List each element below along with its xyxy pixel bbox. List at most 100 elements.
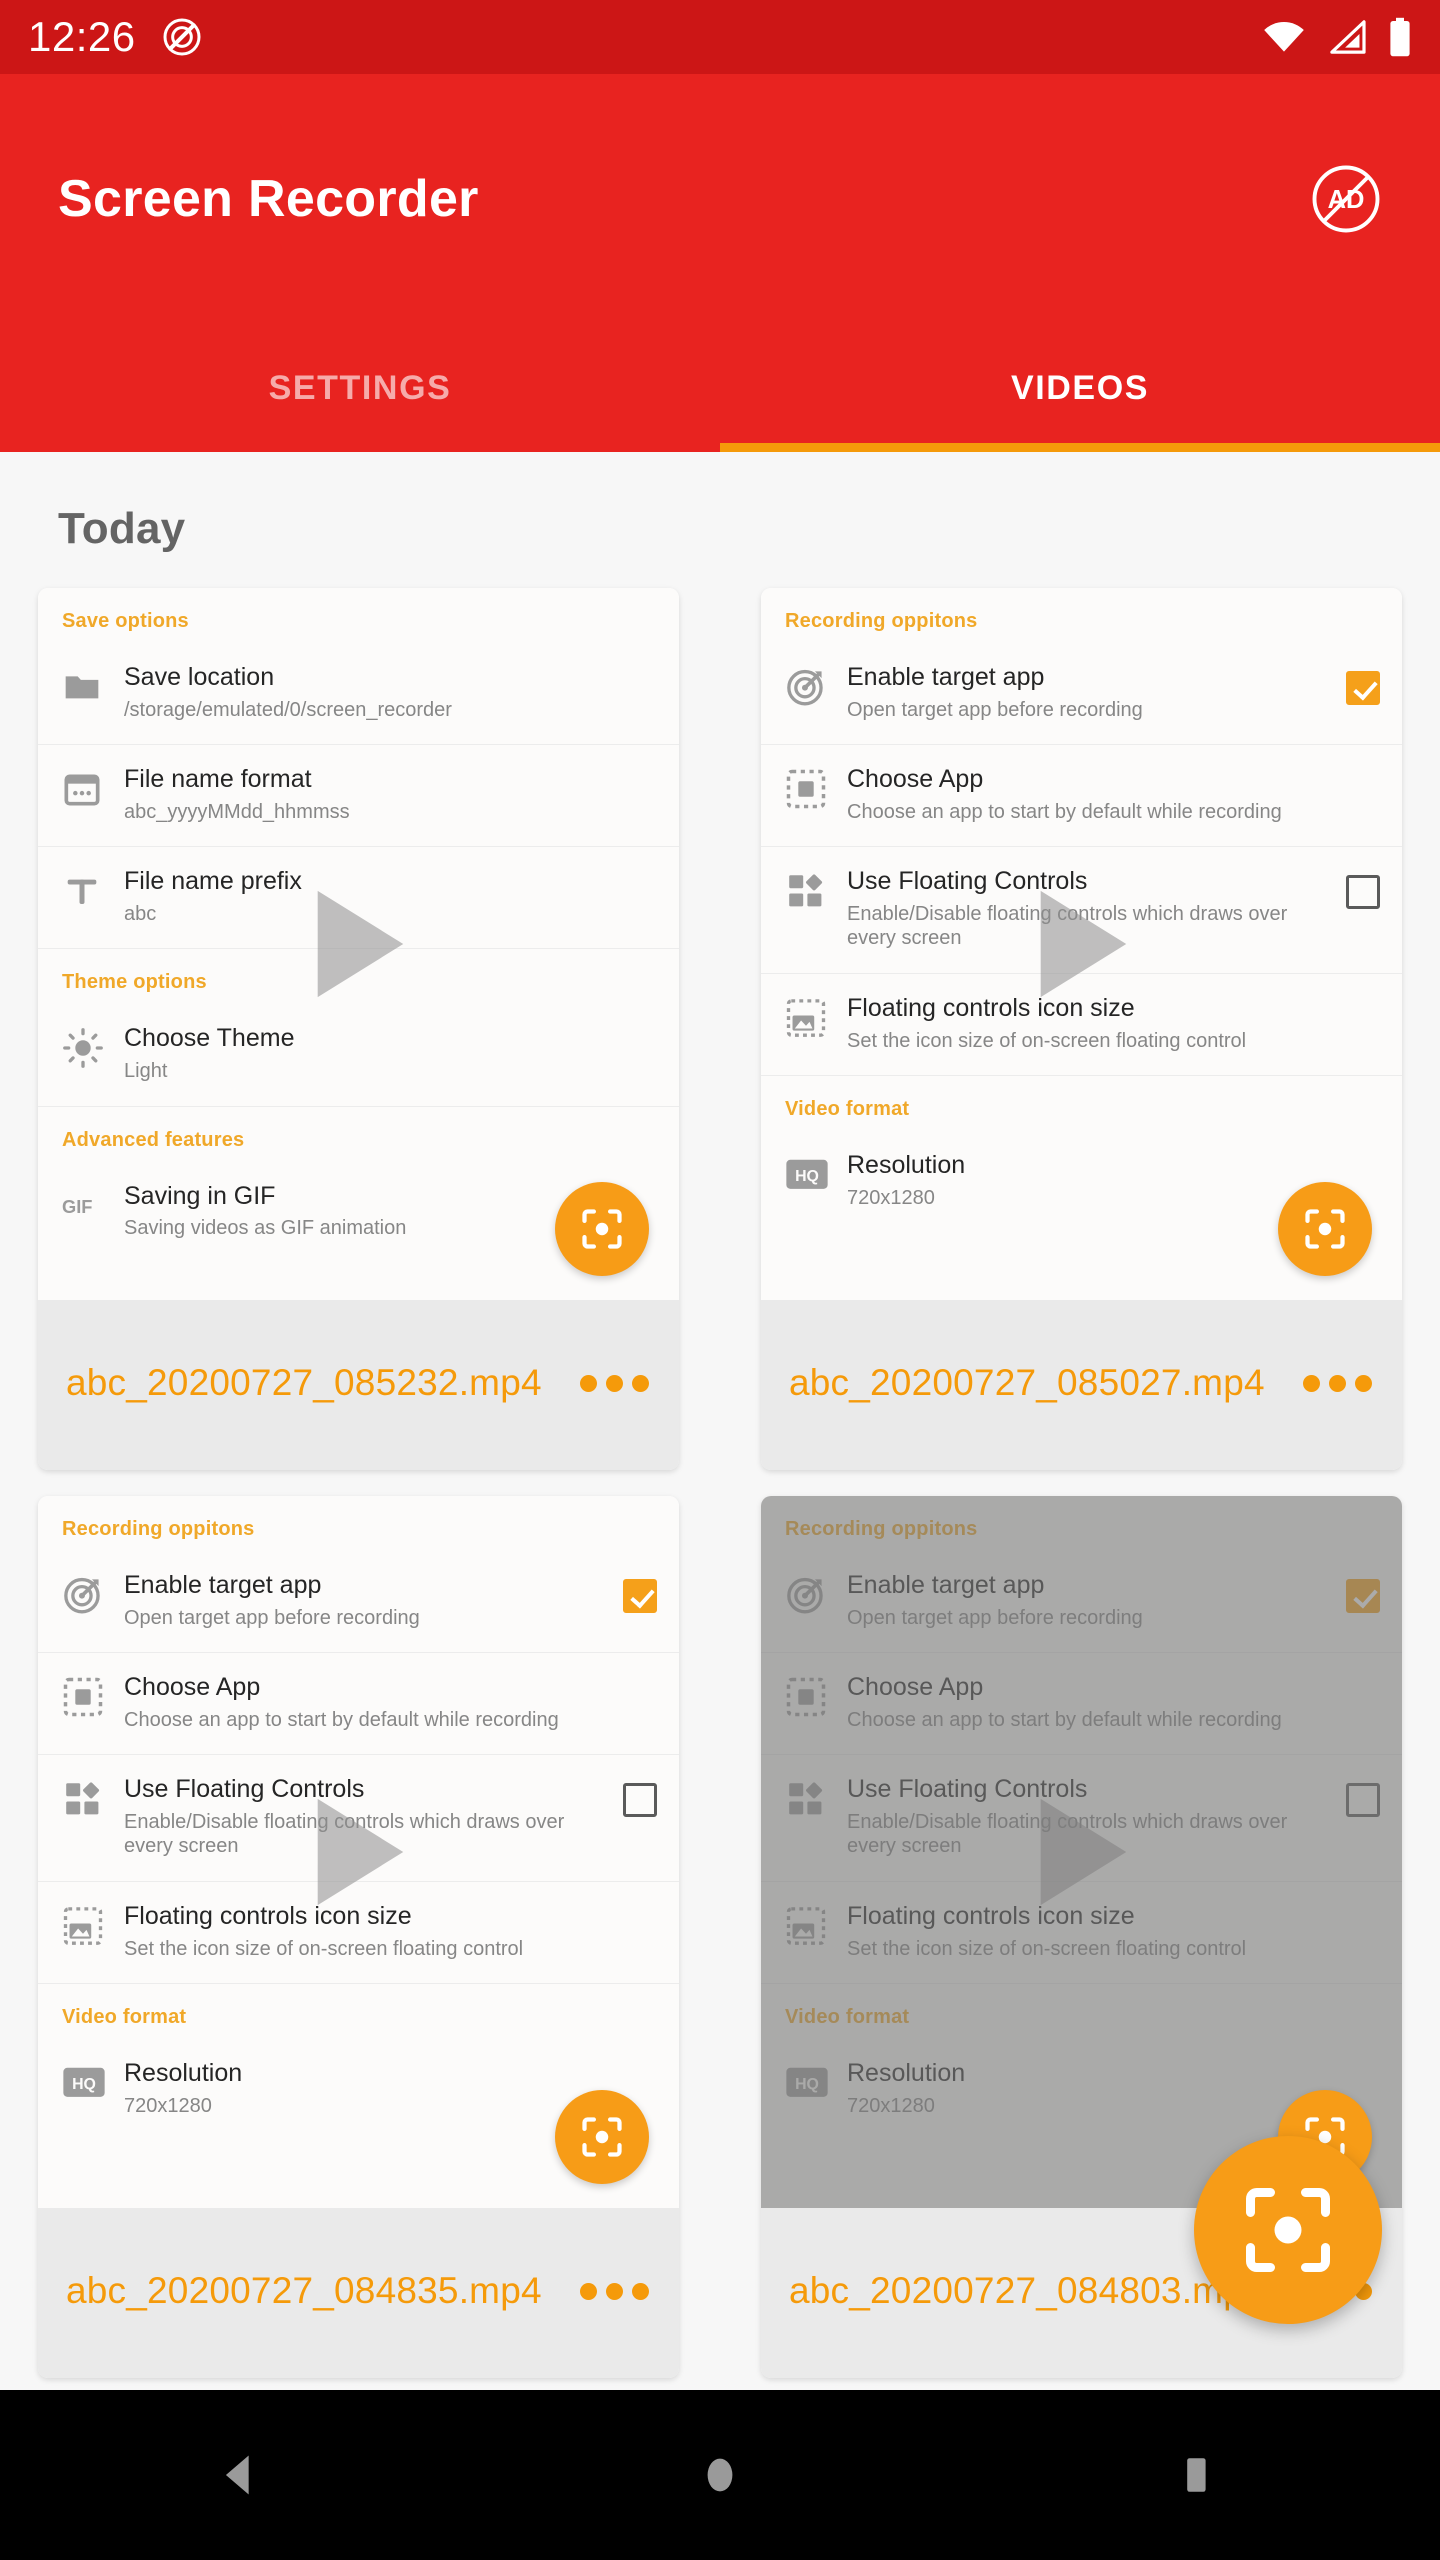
thumb-checkbox: [1346, 1783, 1380, 1818]
video-thumbnail[interactable]: Recording oppitons Enable target app Ope…: [761, 1496, 1402, 2208]
tab-settings[interactable]: SETTINGS: [0, 324, 720, 452]
tab-videos[interactable]: VIDEOS: [720, 324, 1440, 452]
thumb-setting-title: Enable target app: [847, 663, 1045, 691]
video-card-footer: abc_20200727_085232.mp4: [38, 1300, 679, 1470]
target-icon: [62, 1571, 118, 1619]
thumb-setting-row: Choose Theme Light: [38, 1004, 679, 1107]
thumb-setting-row: Save location /storage/emulated/0/screen…: [38, 643, 679, 746]
record-fab-button[interactable]: [1194, 2136, 1382, 2324]
thumb-group-header: Video format: [785, 1097, 910, 1120]
image-size-icon: [62, 1902, 118, 1950]
thumb-setting-sub: Open target app before recording: [124, 1606, 420, 1629]
select-app-icon: [785, 1673, 841, 1721]
target-icon: [785, 1571, 841, 1619]
thumb-setting-title: Enable target app: [847, 1571, 1045, 1599]
section-header-today: Today: [58, 504, 186, 553]
nav-recents-button[interactable]: [1140, 2420, 1260, 2530]
status-bar-clock: 12:26: [28, 13, 136, 60]
thumb-setting-sub: Set the icon size of on-screen floating …: [124, 1937, 524, 1960]
svg-text:HQ: HQ: [795, 1168, 819, 1185]
thumb-setting-title: Resolution: [124, 2058, 243, 2087]
thumb-setting-title: Choose App: [847, 765, 984, 794]
thumb-setting-row: Choose App Choose an app to start by def…: [761, 1653, 1402, 1756]
thumb-setting-sub: Choose an app to start by default while …: [847, 1708, 1282, 1731]
video-file-name: abc_20200727_085232.mp4: [66, 1362, 542, 1404]
thumb-checkbox: [623, 1579, 657, 1613]
screen-recorder-status-icon: [162, 17, 202, 57]
select-app-icon: [62, 1673, 118, 1721]
thumb-group-header: Video format: [62, 2005, 187, 2028]
no-ads-icon[interactable]: AD: [1310, 163, 1382, 235]
calendar-icon: [62, 765, 118, 813]
svg-text:HQ: HQ: [72, 2076, 96, 2093]
thumbnail-record-fab-icon: [1278, 1182, 1372, 1276]
thumb-group-header: Save options: [62, 610, 189, 632]
thumb-setting-title: File name format: [124, 765, 312, 794]
thumb-group-header: Advanced features: [62, 1128, 245, 1151]
play-icon[interactable]: [1027, 1793, 1137, 1911]
select-app-icon: [785, 765, 841, 813]
thumbnail-record-fab-icon: [555, 1182, 649, 1276]
recents-square-icon: [1187, 2458, 1206, 2492]
thumb-setting-title: Choose Theme: [124, 1024, 295, 1053]
video-thumbnail[interactable]: Save options Save location /storage/emul…: [38, 588, 679, 1300]
videos-list-scroll-area[interactable]: Today Save options Save location /storag…: [0, 452, 1440, 2390]
thumb-checkbox: [623, 1783, 657, 1818]
video-more-options-button[interactable]: [1289, 1374, 1372, 1392]
video-card[interactable]: Save options Save location /storage/emul…: [38, 588, 679, 1470]
thumb-setting-sub: Set the icon size of on-screen floating …: [847, 1937, 1247, 1960]
hq-icon: HQ: [785, 2059, 841, 2107]
thumbnail-record-fab-icon: [555, 2090, 649, 2184]
video-card-footer: abc_20200727_084835.mp4: [38, 2208, 679, 2378]
home-circle-icon: [707, 2458, 733, 2492]
hq-icon: HQ: [62, 2059, 118, 2107]
video-file-name: abc_20200727_085027.mp4: [789, 1362, 1265, 1404]
thumb-group-header: Recording oppitons: [62, 1518, 255, 1540]
thumb-setting-sub: Open target app before recording: [847, 1606, 1143, 1629]
thumb-setting-title: Resolution: [847, 1150, 966, 1179]
play-icon[interactable]: [304, 1793, 414, 1911]
battery-icon: [1388, 17, 1412, 57]
thumb-setting-title: Choose App: [124, 1673, 261, 1702]
thumb-group-header: Recording oppitons: [785, 1518, 978, 1540]
tab-indicator: [720, 443, 1440, 452]
nav-back-button[interactable]: [180, 2420, 300, 2530]
play-icon[interactable]: [1027, 885, 1137, 1003]
hq-icon: HQ: [785, 1151, 841, 1199]
page-title: Screen Recorder: [58, 170, 479, 228]
thumb-setting-row: File name format abc_yyyyMMdd_hhmmss: [38, 745, 679, 848]
thumb-setting-row: Enable target app Open target app before…: [761, 1551, 1402, 1654]
image-size-icon: [785, 1902, 841, 1950]
video-thumbnail[interactable]: Recording oppitons Enable target app Ope…: [38, 1496, 679, 2208]
video-card[interactable]: Recording oppitons Enable target app Ope…: [761, 588, 1402, 1470]
gif-icon: GIF: [62, 1182, 118, 1230]
text-format-icon: [62, 867, 118, 915]
thumb-setting-row: Enable target app Open target app before…: [38, 1551, 679, 1654]
status-bar: 12:26: [0, 0, 1440, 74]
video-more-options-button[interactable]: [566, 2282, 649, 2300]
video-thumbnail[interactable]: Recording oppitons Enable target app Ope…: [761, 588, 1402, 1300]
android-navigation-bar: [0, 2390, 1440, 2560]
thumb-setting-row: Enable target app Open target app before…: [761, 643, 1402, 746]
video-card[interactable]: Recording oppitons Enable target app Ope…: [38, 1496, 679, 2378]
floating-controls-icon: [785, 1775, 841, 1823]
thumb-checkbox: [1346, 875, 1380, 910]
target-icon: [785, 663, 841, 711]
folder-icon: [62, 663, 118, 711]
play-icon[interactable]: [304, 885, 414, 1003]
thumb-setting-sub: /storage/emulated/0/screen_recorder: [124, 698, 452, 721]
thumb-setting-sub: Open target app before recording: [847, 698, 1143, 721]
thumb-setting-title: Enable target app: [124, 1571, 322, 1599]
status-bar-notification-icons: [162, 17, 202, 57]
thumb-setting-sub: Light: [124, 1060, 168, 1083]
nav-home-button[interactable]: [660, 2420, 780, 2530]
tab-bar: SETTINGS VIDEOS: [0, 324, 1440, 452]
image-size-icon: [785, 994, 841, 1042]
thumb-setting-sub: Set the icon size of on-screen floating …: [847, 1029, 1247, 1052]
thumb-group-header: Video format: [785, 2005, 910, 2028]
wifi-icon: [1262, 20, 1306, 54]
video-more-options-button[interactable]: [566, 1374, 649, 1392]
video-card-footer: abc_20200727_085027.mp4: [761, 1300, 1402, 1470]
thumb-setting-sub: Choose an app to start by default while …: [847, 800, 1282, 823]
thumb-setting-row: Choose App Choose an app to start by def…: [761, 745, 1402, 848]
